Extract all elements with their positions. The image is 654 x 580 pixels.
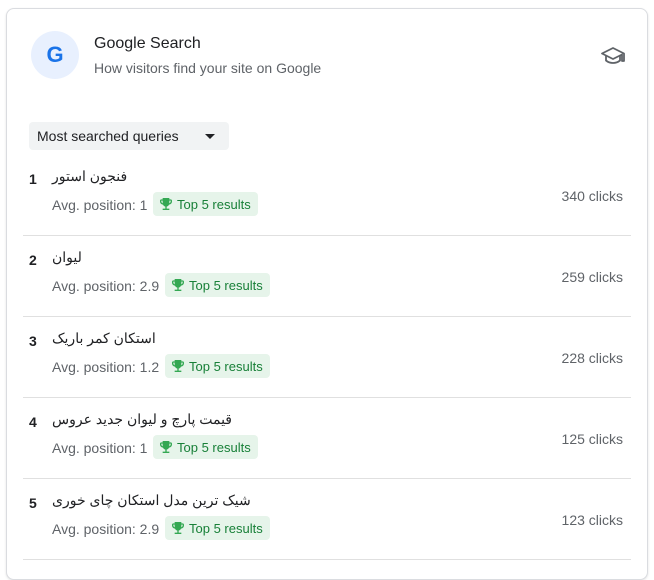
query-text: استکان کمر باریک [52,330,156,346]
query-row[interactable]: 1 فنجون استور Avg. position: 1 Top 5 result… [23,155,631,236]
avg-position: Avg. position: 2.9 [52,521,160,537]
badge-label: Top 5 results [177,439,251,455]
avg-position: Avg. position: 1.2 [52,359,160,375]
card-title: Google Search [94,35,201,52]
query-rank: 5 [29,495,37,511]
click-count: 125 clicks [561,431,623,447]
trophy-icon [172,360,184,372]
badge-label: Top 5 results [189,520,263,536]
graduation-cap-icon[interactable] [601,44,625,68]
click-count: 228 clicks [561,350,623,366]
top-results-badge: Top 5 results [153,192,258,216]
query-row[interactable]: 5 شیک ترین مدل استکان چای خوری Avg. positi… [23,479,631,560]
dropdown-label: Most searched queries [37,128,179,144]
card-subtitle: How visitors find your site on Google [94,60,322,76]
click-count: 340 clicks [561,188,623,204]
badge-label: Top 5 results [189,358,263,374]
query-row[interactable]: 2 لیوان Avg. position: 2.9 Top 5 results 259… [23,236,631,317]
query-row[interactable]: 3 استکان کمر باریک Avg. position: 1.2 Top 5… [23,317,631,398]
trophy-icon [160,198,172,210]
trophy-icon [160,441,172,453]
google-search-card: G Google Search How visitors find your s… [6,8,648,580]
avg-position: Avg. position: 1 [52,197,148,213]
top-results-badge: Top 5 results [153,435,258,459]
badge-label: Top 5 results [177,196,251,212]
top-results-badge: Top 5 results [165,516,270,540]
query-rank: 1 [29,171,37,187]
query-text: فنجون استور [52,168,128,184]
query-rank: 3 [29,333,37,349]
query-text: قیمت پارچ و لیوان جدید عروس [52,411,232,427]
trophy-icon [172,279,184,291]
query-rank: 2 [29,252,37,268]
badge-label: Top 5 results [189,277,263,293]
query-rank: 4 [29,414,37,430]
google-logo-icon: G [31,31,79,79]
avg-position: Avg. position: 1 [52,440,148,456]
query-row[interactable]: 4 قیمت پارچ و لیوان جدید عروس Avg. positio… [23,398,631,479]
caret-down-icon [205,133,215,139]
query-text: شیک ترین مدل استکان چای خوری [52,492,251,508]
avg-position: Avg. position: 2.9 [52,278,160,294]
trophy-icon [172,522,184,534]
top-results-badge: Top 5 results [165,354,270,378]
logo-letter: G [46,42,64,67]
query-text: لیوان [52,249,82,265]
card-header: G Google Search How visitors find your s… [7,9,647,109]
click-count: 259 clicks [561,269,623,285]
top-results-badge: Top 5 results [165,273,270,297]
click-count: 123 clicks [561,512,623,528]
query-type-dropdown[interactable]: Most searched queries [29,122,229,150]
